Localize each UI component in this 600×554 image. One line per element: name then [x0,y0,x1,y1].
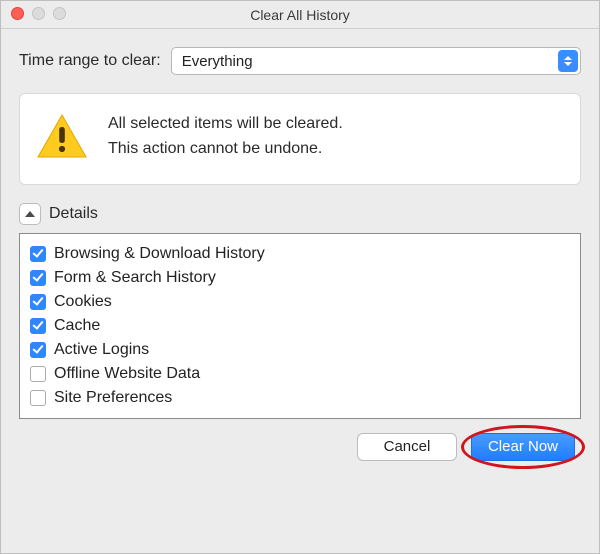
checkbox[interactable] [30,246,46,262]
warning-text: All selected items will be cleared. This… [108,112,343,162]
warning-line-2: This action cannot be undone. [108,137,343,162]
details-item-label: Site Preferences [54,389,172,407]
details-item[interactable]: Browsing & Download History [28,242,572,266]
details-item-label: Browsing & Download History [54,245,265,263]
chevron-up-icon [25,211,35,217]
time-range-select[interactable]: Everything [171,47,581,75]
details-item[interactable]: Site Preferences [28,386,572,410]
titlebar: Clear All History [1,1,599,29]
minimize-window-button [32,7,45,20]
time-range-row: Time range to clear: Everything [19,47,581,75]
zoom-window-button [53,7,66,20]
details-header: Details [19,203,581,225]
details-label: Details [49,205,98,223]
close-window-button[interactable] [11,7,24,20]
warning-icon [36,113,88,161]
warning-panel: All selected items will be cleared. This… [19,93,581,185]
checkbox[interactable] [30,366,46,382]
checkbox[interactable] [30,318,46,334]
warning-line-1: All selected items will be cleared. [108,112,343,137]
details-item-label: Form & Search History [54,269,216,287]
cancel-button[interactable]: Cancel [357,433,457,461]
details-item-label: Active Logins [54,341,149,359]
details-list: Browsing & Download History Form & Search… [19,233,581,419]
window-title: Clear All History [250,7,350,23]
checkbox[interactable] [30,270,46,286]
details-item[interactable]: Form & Search History [28,266,572,290]
window-controls [11,7,66,20]
details-item[interactable]: Cookies [28,290,572,314]
checkbox[interactable] [30,342,46,358]
select-stepper-icon [558,50,578,72]
time-range-value: Everything [182,53,253,70]
details-item-label: Offline Website Data [54,365,200,383]
clear-now-button-label: Clear Now [488,438,558,455]
dialog-window: Clear All History Time range to clear: E… [0,0,600,554]
details-item[interactable]: Active Logins [28,338,572,362]
checkbox[interactable] [30,390,46,406]
details-item-label: Cache [54,317,100,335]
clear-now-button[interactable]: Clear Now [471,433,575,461]
dialog-content: Time range to clear: Everything All sele… [1,29,599,475]
cancel-button-label: Cancel [384,438,431,455]
checkbox[interactable] [30,294,46,310]
time-range-label: Time range to clear: [19,52,161,70]
details-toggle[interactable] [19,203,41,225]
details-item[interactable]: Offline Website Data [28,362,572,386]
details-item[interactable]: Cache [28,314,572,338]
dialog-buttons: Cancel Clear Now [19,433,581,461]
details-item-label: Cookies [54,293,112,311]
